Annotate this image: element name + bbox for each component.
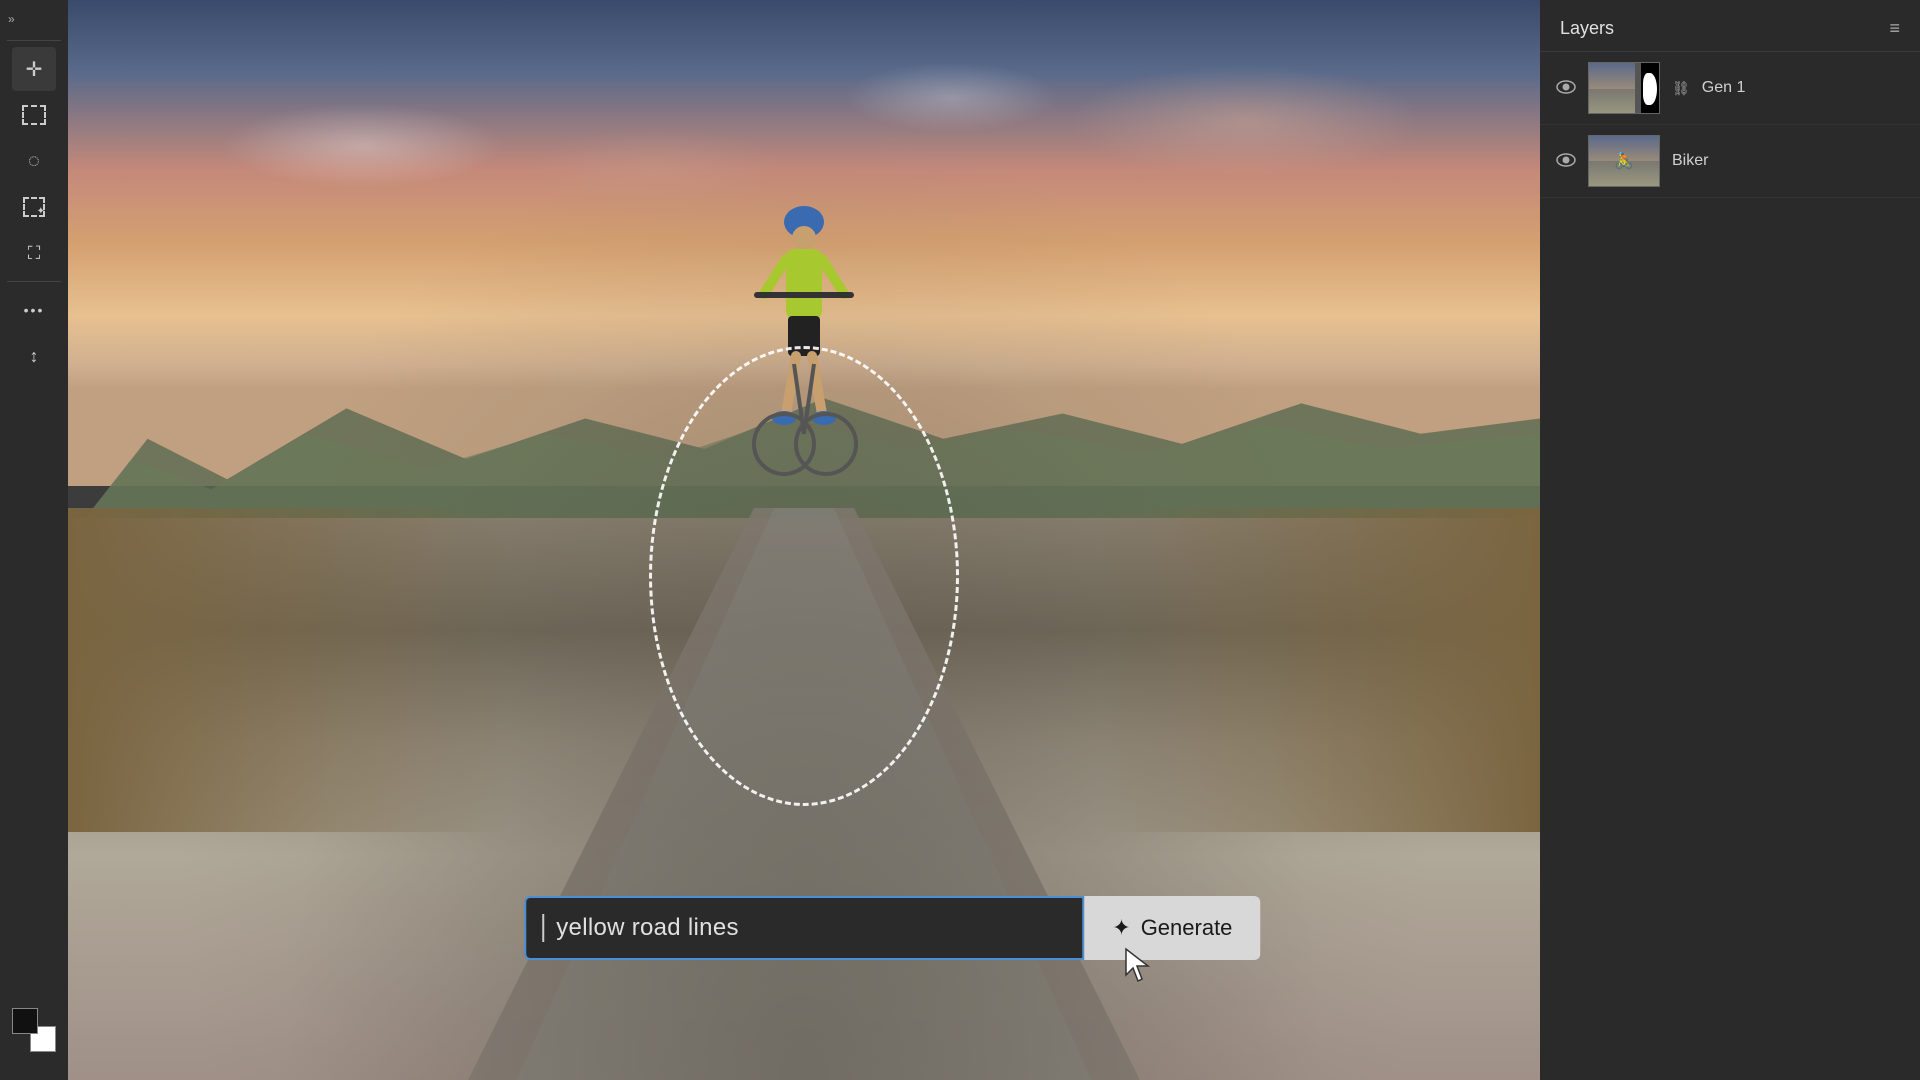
magic-select-tool[interactable]: ✦ xyxy=(12,185,56,229)
layers-header: Layers ≡ xyxy=(1540,0,1920,52)
link-icon: ⛓ xyxy=(1672,80,1690,97)
layer-thumbnail-gen1 xyxy=(1588,62,1660,114)
move-tool[interactable]: ✛ xyxy=(12,47,56,91)
prompt-input-wrapper[interactable]: yellow road lines xyxy=(524,896,1084,960)
lasso-icon: ◌ xyxy=(28,150,40,173)
color-swatches[interactable] xyxy=(12,1008,56,1052)
layer-thumbnail-biker: 🚴 xyxy=(1588,135,1660,187)
transform-icon: ↕ xyxy=(30,346,39,367)
layer-visibility-gen1[interactable] xyxy=(1556,78,1576,99)
layer-name-biker: Biker xyxy=(1672,152,1708,170)
prompt-bar: yellow road lines ✦ Generate xyxy=(524,896,1260,960)
collapse-icon: » xyxy=(8,12,15,26)
layer-item-gen1[interactable]: ⛓ Gen 1 xyxy=(1540,52,1920,125)
toolbar: » ✛ ◌ ✦ ⛶ ••• ↕ xyxy=(0,0,68,1080)
layers-title: Layers xyxy=(1560,18,1614,39)
toolbar-divider-2 xyxy=(7,281,61,282)
biker-figure xyxy=(744,194,864,494)
generate-icon: ✦ xyxy=(1112,915,1130,941)
marquee-icon xyxy=(22,105,46,125)
lasso-tool[interactable]: ◌ xyxy=(12,139,56,183)
crop-tool[interactable]: ⛶ xyxy=(12,231,56,275)
dots-icon: ••• xyxy=(24,302,45,318)
canvas-area: yellow road lines ✦ Generate xyxy=(68,0,1540,1080)
prompt-text: yellow road lines xyxy=(556,914,739,942)
crop-icon: ⛶ xyxy=(28,243,41,264)
toolbar-divider xyxy=(7,40,61,41)
toolbar-collapse[interactable]: » xyxy=(0,8,68,30)
generate-label: Generate xyxy=(1141,915,1233,941)
generate-button[interactable]: ✦ Generate xyxy=(1084,896,1260,960)
mask-shape xyxy=(1643,73,1657,105)
marquee-tool[interactable] xyxy=(12,93,56,137)
layers-empty-area xyxy=(1540,198,1920,1080)
layer-visibility-biker[interactable] xyxy=(1556,151,1576,172)
transform-tool[interactable]: ↕ xyxy=(12,334,56,378)
dots-tool[interactable]: ••• xyxy=(12,288,56,332)
move-icon: ✛ xyxy=(26,57,43,82)
fg-color-swatch[interactable] xyxy=(12,1008,38,1034)
layers-menu-icon[interactable]: ≡ xyxy=(1889,18,1900,39)
road xyxy=(454,508,1154,1080)
text-cursor xyxy=(542,914,544,942)
layer-name-gen1: Gen 1 xyxy=(1702,79,1746,97)
layers-panel: Layers ≡ ⛓ Gen 1 xyxy=(1540,0,1920,1080)
magic-select-icon: ✦ xyxy=(23,197,45,217)
layer-item-biker[interactable]: 🚴 Biker xyxy=(1540,125,1920,198)
